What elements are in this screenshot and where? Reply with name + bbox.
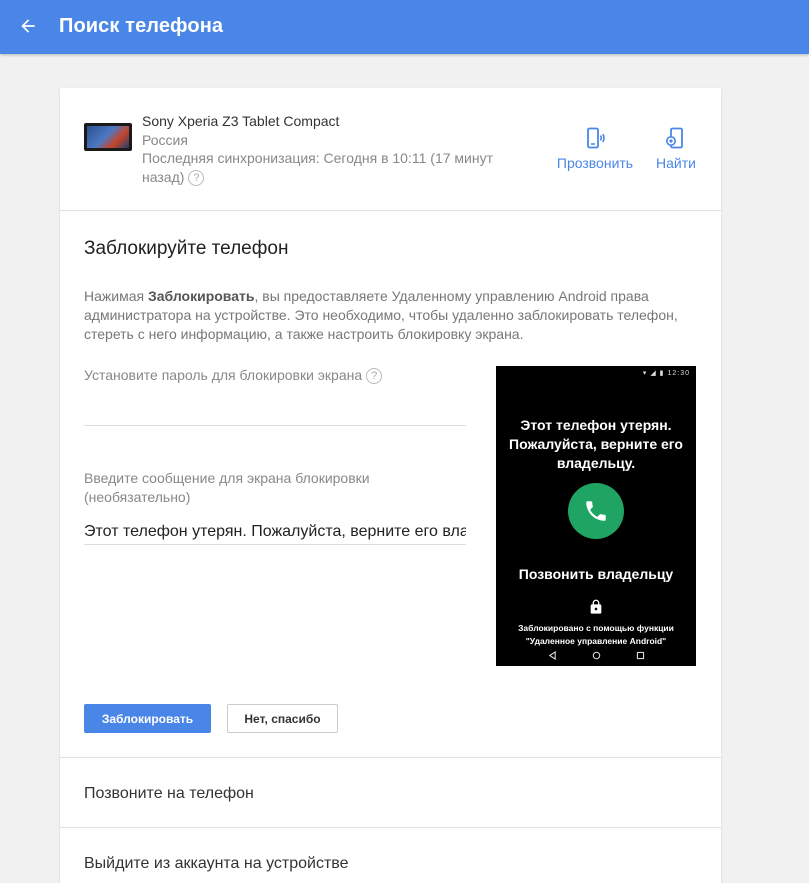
lock-desc-prefix: Нажимая <box>84 288 148 304</box>
preview-nav-bar <box>496 648 696 662</box>
sign-out-section[interactable]: Выйдите из аккаунта на устройстве <box>84 855 349 873</box>
find-label: Найти <box>656 155 696 171</box>
password-input[interactable] <box>84 394 466 426</box>
lock-icon <box>590 599 602 614</box>
lock-section-title: Заблокируйте телефон <box>84 238 289 259</box>
ring-button[interactable]: Прозвонить <box>554 126 636 171</box>
main-card: Sony Xperia Z3 Tablet Compact Россия Пос… <box>60 88 721 883</box>
message-input[interactable] <box>84 519 466 545</box>
lock-screen-preview: ▾ ◢ ▮ 12:30 Этот телефон утерян. Пожалуй… <box>496 366 696 666</box>
call-phone-section[interactable]: Позвоните на телефон <box>84 785 254 803</box>
preview-call-owner: Позвонить владельцу <box>518 566 674 582</box>
page-title: Поиск телефона <box>59 15 224 37</box>
preview-status-time: 12:30 <box>667 370 690 377</box>
password-help-icon[interactable]: ? <box>366 368 383 385</box>
cancel-button[interactable]: Нет, спасибо <box>227 704 338 733</box>
password-label: Установите пароль для блокировки экрана? <box>84 367 383 385</box>
device-info: Sony Xperia Z3 Tablet Compact Россия Пос… <box>60 88 721 211</box>
preview-status-bar: ▾ ◢ ▮ 12:30 <box>642 370 690 377</box>
device-name: Sony Xperia Z3 Tablet Compact <box>142 113 340 129</box>
nav-home-icon <box>592 651 600 659</box>
device-country: Россия <box>142 132 188 148</box>
nav-recents-icon <box>636 651 644 659</box>
lock-description: Нажимая Заблокировать, вы предоставляете… <box>84 287 694 344</box>
arrow-left-icon <box>21 19 35 33</box>
nav-back-icon <box>548 650 556 660</box>
find-button[interactable]: Найти <box>653 126 699 171</box>
last-sync: Последняя синхронизация: Сегодня в 10:11… <box>142 149 522 187</box>
divider <box>60 827 721 828</box>
message-label: Введите сообщение для экрана блокировки … <box>84 470 370 505</box>
app-header: Поиск телефона <box>0 0 809 54</box>
help-icon[interactable]: ? <box>188 170 205 187</box>
phone-icon <box>586 501 606 521</box>
preview-message: Этот телефон утерян. Пожалуйста, верните… <box>509 417 683 471</box>
password-label-text: Установите пароль для блокировки экрана <box>84 367 363 383</box>
preview-locked-by: Заблокировано с помощью функции "Удаленн… <box>518 623 674 646</box>
back-button[interactable] <box>14 12 42 40</box>
ring-label: Прозвонить <box>556 155 634 171</box>
lock-button[interactable]: Заблокировать <box>84 704 211 733</box>
device-thumbnail <box>84 123 132 151</box>
lock-desc-bold: Заблокировать <box>147 288 255 304</box>
phone-ring-icon <box>587 127 605 149</box>
divider <box>60 757 721 758</box>
preview-call-button <box>568 483 624 539</box>
phone-locate-icon <box>666 127 683 149</box>
